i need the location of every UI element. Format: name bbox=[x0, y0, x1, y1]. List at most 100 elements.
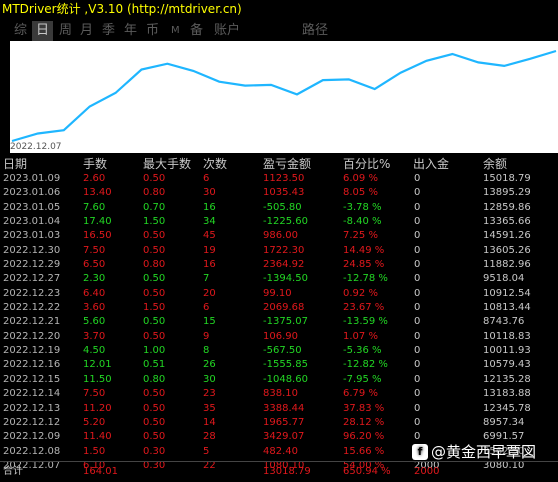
cell-max-lots: 0.70 bbox=[143, 201, 166, 213]
balance-curve-chart bbox=[10, 41, 558, 153]
balance-curve-svg bbox=[11, 49, 557, 143]
cell-percent: 8.05 % bbox=[343, 187, 378, 199]
cell-pnl: 99.10 bbox=[263, 287, 292, 299]
cell-count: 6 bbox=[203, 173, 210, 184]
cell-pnl: -1555.85 bbox=[263, 359, 308, 371]
tab-quarterly[interactable]: 季 bbox=[102, 21, 115, 41]
cell-percent: 0.92 % bbox=[343, 287, 378, 299]
cell-count: 5 bbox=[203, 445, 210, 457]
cell-pnl: 106.90 bbox=[263, 330, 298, 342]
cell-percent: 23.67 % bbox=[343, 302, 385, 314]
header-count[interactable]: 次数 bbox=[203, 156, 227, 172]
cell-balance: 12135.28 bbox=[483, 373, 531, 385]
cell-lots: 2.60 bbox=[83, 173, 106, 184]
cell-balance: 14591.26 bbox=[483, 230, 531, 242]
cell-max-lots: 0.50 bbox=[143, 244, 166, 256]
table-row[interactable]: 2023.01.05 7.60 0.70 16 -505.80 -3.78 % 0 12859… bbox=[0, 201, 558, 215]
cell-count: 16 bbox=[203, 201, 216, 213]
tab-yearly[interactable]: 年 bbox=[124, 21, 137, 41]
table-row[interactable]: 2022.12.27 2.30 0.50 7 -1394.50 -12.78 % 0 9518… bbox=[0, 272, 558, 286]
cell-max-lots: 0.50 bbox=[143, 287, 166, 299]
cell-max-lots: 0.50 bbox=[143, 230, 166, 242]
cell-date: 2022.12.08 bbox=[3, 445, 61, 457]
cell-lots: 16.50 bbox=[83, 230, 112, 242]
cell-lots: 2.30 bbox=[83, 273, 106, 285]
cell-percent: 6.79 % bbox=[343, 388, 378, 400]
tab-summary[interactable]: 综 bbox=[14, 21, 27, 41]
header-max-lots[interactable]: 最大手数 bbox=[143, 156, 191, 172]
cell-flow: 0 bbox=[414, 302, 421, 314]
stats-table-body: 2023.01.09 2.60 0.50 6 1123.50 6.09 % 0 15018.7… bbox=[0, 172, 558, 473]
cell-lots: 11.50 bbox=[83, 373, 112, 385]
table-row[interactable]: 2023.01.03 16.50 0.50 45 986.00 7.25 % 0 14591.… bbox=[0, 229, 558, 243]
cell-max-lots: 0.50 bbox=[143, 273, 166, 285]
cell-flow: 0 bbox=[414, 244, 421, 256]
cell-date: 2022.12.27 bbox=[3, 273, 61, 285]
table-row[interactable]: 2022.12.29 6.50 0.80 16 2364.92 24.85 % 0 11882… bbox=[0, 258, 558, 272]
table-row[interactable]: 2023.01.06 13.40 0.80 30 1035.43 8.05 % 0 13895… bbox=[0, 186, 558, 200]
cell-percent: 14.49 % bbox=[343, 244, 385, 256]
cell-pnl: 1035.43 bbox=[263, 187, 305, 199]
table-row[interactable]: 2022.12.21 5.60 0.50 15 -1375.07 -13.59 % 0 874… bbox=[0, 315, 558, 329]
tab-path[interactable]: 路径 bbox=[302, 21, 328, 41]
cell-count: 23 bbox=[203, 388, 216, 400]
table-row[interactable]: 2023.01.04 17.40 1.50 34 -1225.60 -8.40 % 0 133… bbox=[0, 215, 558, 229]
header-flow[interactable]: 出入金 bbox=[413, 156, 449, 172]
cell-max-lots: 0.51 bbox=[143, 359, 166, 371]
cell-count: 20 bbox=[203, 287, 216, 299]
tab-monthly[interactable]: 月 bbox=[80, 21, 93, 41]
cell-lots: 5.20 bbox=[83, 416, 106, 428]
cell-count: 8 bbox=[203, 345, 210, 357]
cell-flow: 0 bbox=[414, 416, 421, 428]
header-percent[interactable]: 百分比% bbox=[343, 156, 390, 172]
cell-lots: 13.40 bbox=[83, 187, 112, 199]
cell-max-lots: 0.50 bbox=[143, 431, 166, 443]
cell-flow: 0 bbox=[414, 201, 421, 213]
cell-date: 2023.01.05 bbox=[3, 201, 61, 213]
table-row[interactable]: 2022.12.12 5.20 0.50 14 1965.77 28.12 % 0 8957.… bbox=[0, 416, 558, 430]
cell-balance: 9518.04 bbox=[483, 273, 525, 285]
cell-pnl: 1123.50 bbox=[263, 173, 305, 184]
table-row[interactable]: 2022.12.19 4.50 1.00 8 -567.50 -5.36 % 0 10011.… bbox=[0, 344, 558, 358]
table-row[interactable]: 2022.12.20 3.70 0.50 9 106.90 1.07 % 0 10118.83 bbox=[0, 330, 558, 344]
table-row[interactable]: 2022.12.14 7.50 0.50 23 838.10 6.79 % 0 13183.8… bbox=[0, 387, 558, 401]
cell-max-lots: 0.50 bbox=[143, 316, 166, 328]
header-date[interactable]: 日期 bbox=[3, 156, 27, 172]
table-row[interactable]: 2022.12.15 11.50 0.80 30 -1048.60 -7.95 % 0 121… bbox=[0, 373, 558, 387]
tab-m[interactable]: M bbox=[171, 21, 180, 41]
cell-flow: 0 bbox=[414, 173, 421, 184]
cell-percent: 28.12 % bbox=[343, 416, 385, 428]
cell-percent: -12.78 % bbox=[343, 273, 388, 285]
cell-lots: 11.20 bbox=[83, 402, 112, 414]
header-balance[interactable]: 余额 bbox=[483, 156, 507, 172]
tab-notes[interactable]: 备 bbox=[190, 21, 203, 41]
cell-count: 35 bbox=[203, 402, 216, 414]
cell-balance: 13183.88 bbox=[483, 388, 531, 400]
cell-count: 9 bbox=[203, 330, 210, 342]
cell-flow: 0 bbox=[414, 402, 421, 414]
tab-currency[interactable]: 币 bbox=[146, 21, 159, 41]
tab-weekly[interactable]: 周 bbox=[59, 21, 72, 41]
table-row[interactable]: 2022.12.23 6.40 0.50 20 99.10 0.92 % 0 10912.54 bbox=[0, 287, 558, 301]
cell-max-lots: 1.00 bbox=[143, 345, 166, 357]
header-pnl[interactable]: 盈亏金额 bbox=[263, 156, 311, 172]
cell-lots: 4.50 bbox=[83, 345, 106, 357]
header-lots[interactable]: 手数 bbox=[83, 156, 107, 172]
tab-daily[interactable]: 日 bbox=[32, 21, 54, 41]
cell-percent: -8.40 % bbox=[343, 216, 382, 228]
tab-account[interactable]: 账户 bbox=[214, 21, 240, 41]
cell-balance: 12859.86 bbox=[483, 201, 531, 213]
cell-pnl: 1722.30 bbox=[263, 244, 305, 256]
table-row[interactable]: 2022.12.22 3.60 1.50 6 2069.68 23.67 % 0 10813.… bbox=[0, 301, 558, 315]
cell-pnl: 986.00 bbox=[263, 230, 298, 242]
cell-balance: 11882.96 bbox=[483, 259, 531, 271]
table-row[interactable]: 2022.12.16 12.01 0.51 26 -1555.85 -12.82 % 0 10… bbox=[0, 358, 558, 372]
table-row[interactable]: 2022.12.30 7.50 0.50 19 1722.30 14.49 % 0 13605… bbox=[0, 244, 558, 258]
watermark-text: @黄金西早覃図 bbox=[431, 443, 537, 461]
cell-count: 30 bbox=[203, 187, 216, 199]
table-row[interactable]: 2023.01.09 2.60 0.50 6 1123.50 6.09 % 0 15018.7… bbox=[0, 172, 558, 186]
table-row[interactable]: 2022.12.13 11.20 0.50 35 3388.44 37.83 % 0 1234… bbox=[0, 402, 558, 416]
cell-pnl: -1225.60 bbox=[263, 216, 308, 228]
cell-lots: 7.50 bbox=[83, 244, 106, 256]
cell-percent: -12.82 % bbox=[343, 359, 388, 371]
